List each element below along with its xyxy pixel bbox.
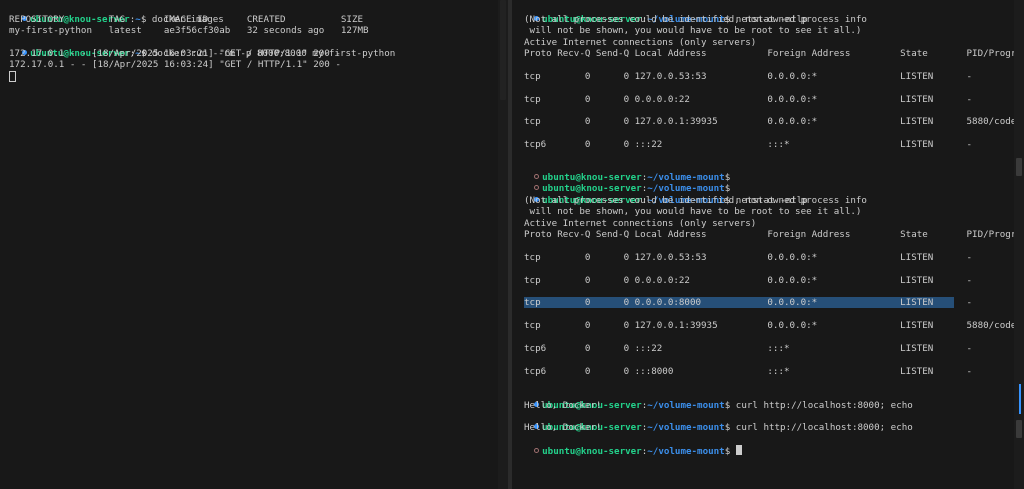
right-scrollbar-marker — [1016, 420, 1022, 438]
warning-line-2: will not be shown, you would have to be … — [524, 206, 862, 217]
left-prompt-line-2: ubuntu@knou-server:~$ docker run --rm -p… — [0, 37, 395, 59]
right-prompt-active: ubuntu@knou-server:~/volume-mount$ — [512, 434, 742, 457]
table-row: tcp 0 0 127.0.0.1:39935 0.0.0.0:* LISTEN… — [524, 116, 1024, 127]
command-text: curl http://localhost:8000; echo — [735, 422, 913, 433]
curl-output: Hello, Docker! — [524, 400, 602, 411]
left-scrollbar[interactable] — [498, 0, 508, 489]
curl-output: Hello, Docker! — [524, 422, 602, 433]
images-header: REPOSITORY TAG IMAGE ID CREATED SIZE — [9, 14, 364, 25]
right-prompt-curl-1: ubuntu@knou-server:~/volume-mount$ curl … — [512, 389, 913, 411]
table-row: tcp 0 0 127.0.0.53:53 0.0.0.0:* LISTEN - — [524, 252, 973, 263]
command-empty-icon — [534, 448, 540, 453]
right-scrollbar[interactable] — [1014, 0, 1024, 489]
right-prompt-netstat-1: ubuntu@knou-server:~/volume-mount$ netst… — [512, 3, 808, 25]
overview-ruler-marker — [1019, 384, 1021, 414]
right-prompt-curl-2: ubuntu@knou-server:~/volume-mount$ curl … — [512, 411, 913, 433]
table-row: tcp 0 0 127.0.0.1:39935 0.0.0.0:* LISTEN… — [524, 320, 1024, 331]
table-row: tcp 0 0 0.0.0.0:22 0.0.0.0:* LISTEN - — [524, 94, 973, 105]
active-connections-line: Active Internet connections (only server… — [524, 218, 757, 229]
right-prompt-empty-2: ubuntu@knou-server:~/volume-mount$ — [512, 172, 730, 194]
warning-line-1: (Not all processes could be identified, … — [524, 14, 867, 25]
table-row: tcp6 0 0 :::22 :::* LISTEN - — [524, 343, 973, 354]
netstat-header: Proto Recv-Q Send-Q Local Address Foreig… — [524, 48, 1024, 59]
table-row-selected[interactable]: tcp 0 0 0.0.0.0:8000 0.0.0.0:* LISTEN - — [524, 297, 972, 308]
log-line-2: 172.17.0.1 - - [18/Apr/2025 16:03:24] "G… — [9, 59, 341, 70]
terminal-cursor — [9, 71, 16, 82]
warning-line-2: will not be shown, you would have to be … — [524, 25, 862, 36]
active-connections-line: Active Internet connections (only server… — [524, 37, 757, 48]
prompt-path: ~/volume-mount — [647, 446, 725, 457]
table-row: tcp6 0 0 :::8000 :::* LISTEN - — [524, 366, 973, 377]
command-text: curl http://localhost:8000; echo — [735, 400, 913, 411]
right-scrollbar-thumb[interactable] — [1016, 158, 1022, 176]
left-prompt-line-1: ubuntu@knou-server:~$ docker images — [0, 3, 224, 25]
left-scrollbar-thumb[interactable] — [500, 0, 506, 100]
right-prompt-empty-1: ubuntu@knou-server:~/volume-mount$ — [512, 161, 730, 183]
prompt-path: ~/volume-mount — [647, 422, 725, 433]
left-terminal-pane[interactable]: ubuntu@knou-server:~$ docker images REPO… — [0, 0, 508, 489]
prompt-path: ~/volume-mount — [647, 400, 725, 411]
warning-line-1: (Not all processes could be identified, … — [524, 195, 867, 206]
prompt-user: ubuntu@knou-server — [542, 446, 642, 457]
netstat-header: Proto Recv-Q Send-Q Local Address Foreig… — [524, 229, 1024, 240]
table-row: tcp 0 0 127.0.0.53:53 0.0.0.0:* LISTEN - — [524, 71, 973, 82]
right-prompt-netstat-2: ubuntu@knou-server:~/volume-mount$ netst… — [512, 184, 808, 206]
table-row: tcp6 0 0 :::22 :::* LISTEN - — [524, 139, 973, 150]
log-line-1: 172.17.0.1 - - [18/Apr/2025 16:03:21] "G… — [9, 48, 341, 59]
terminal-cursor — [735, 445, 742, 455]
images-row: my-first-python latest ae3f56cf30ab 32 s… — [9, 25, 369, 36]
table-row: tcp 0 0 0.0.0.0:22 0.0.0.0:* LISTEN - — [524, 275, 973, 286]
right-terminal-pane[interactable]: ubuntu@knou-server:~/volume-mount$ netst… — [512, 0, 1024, 489]
